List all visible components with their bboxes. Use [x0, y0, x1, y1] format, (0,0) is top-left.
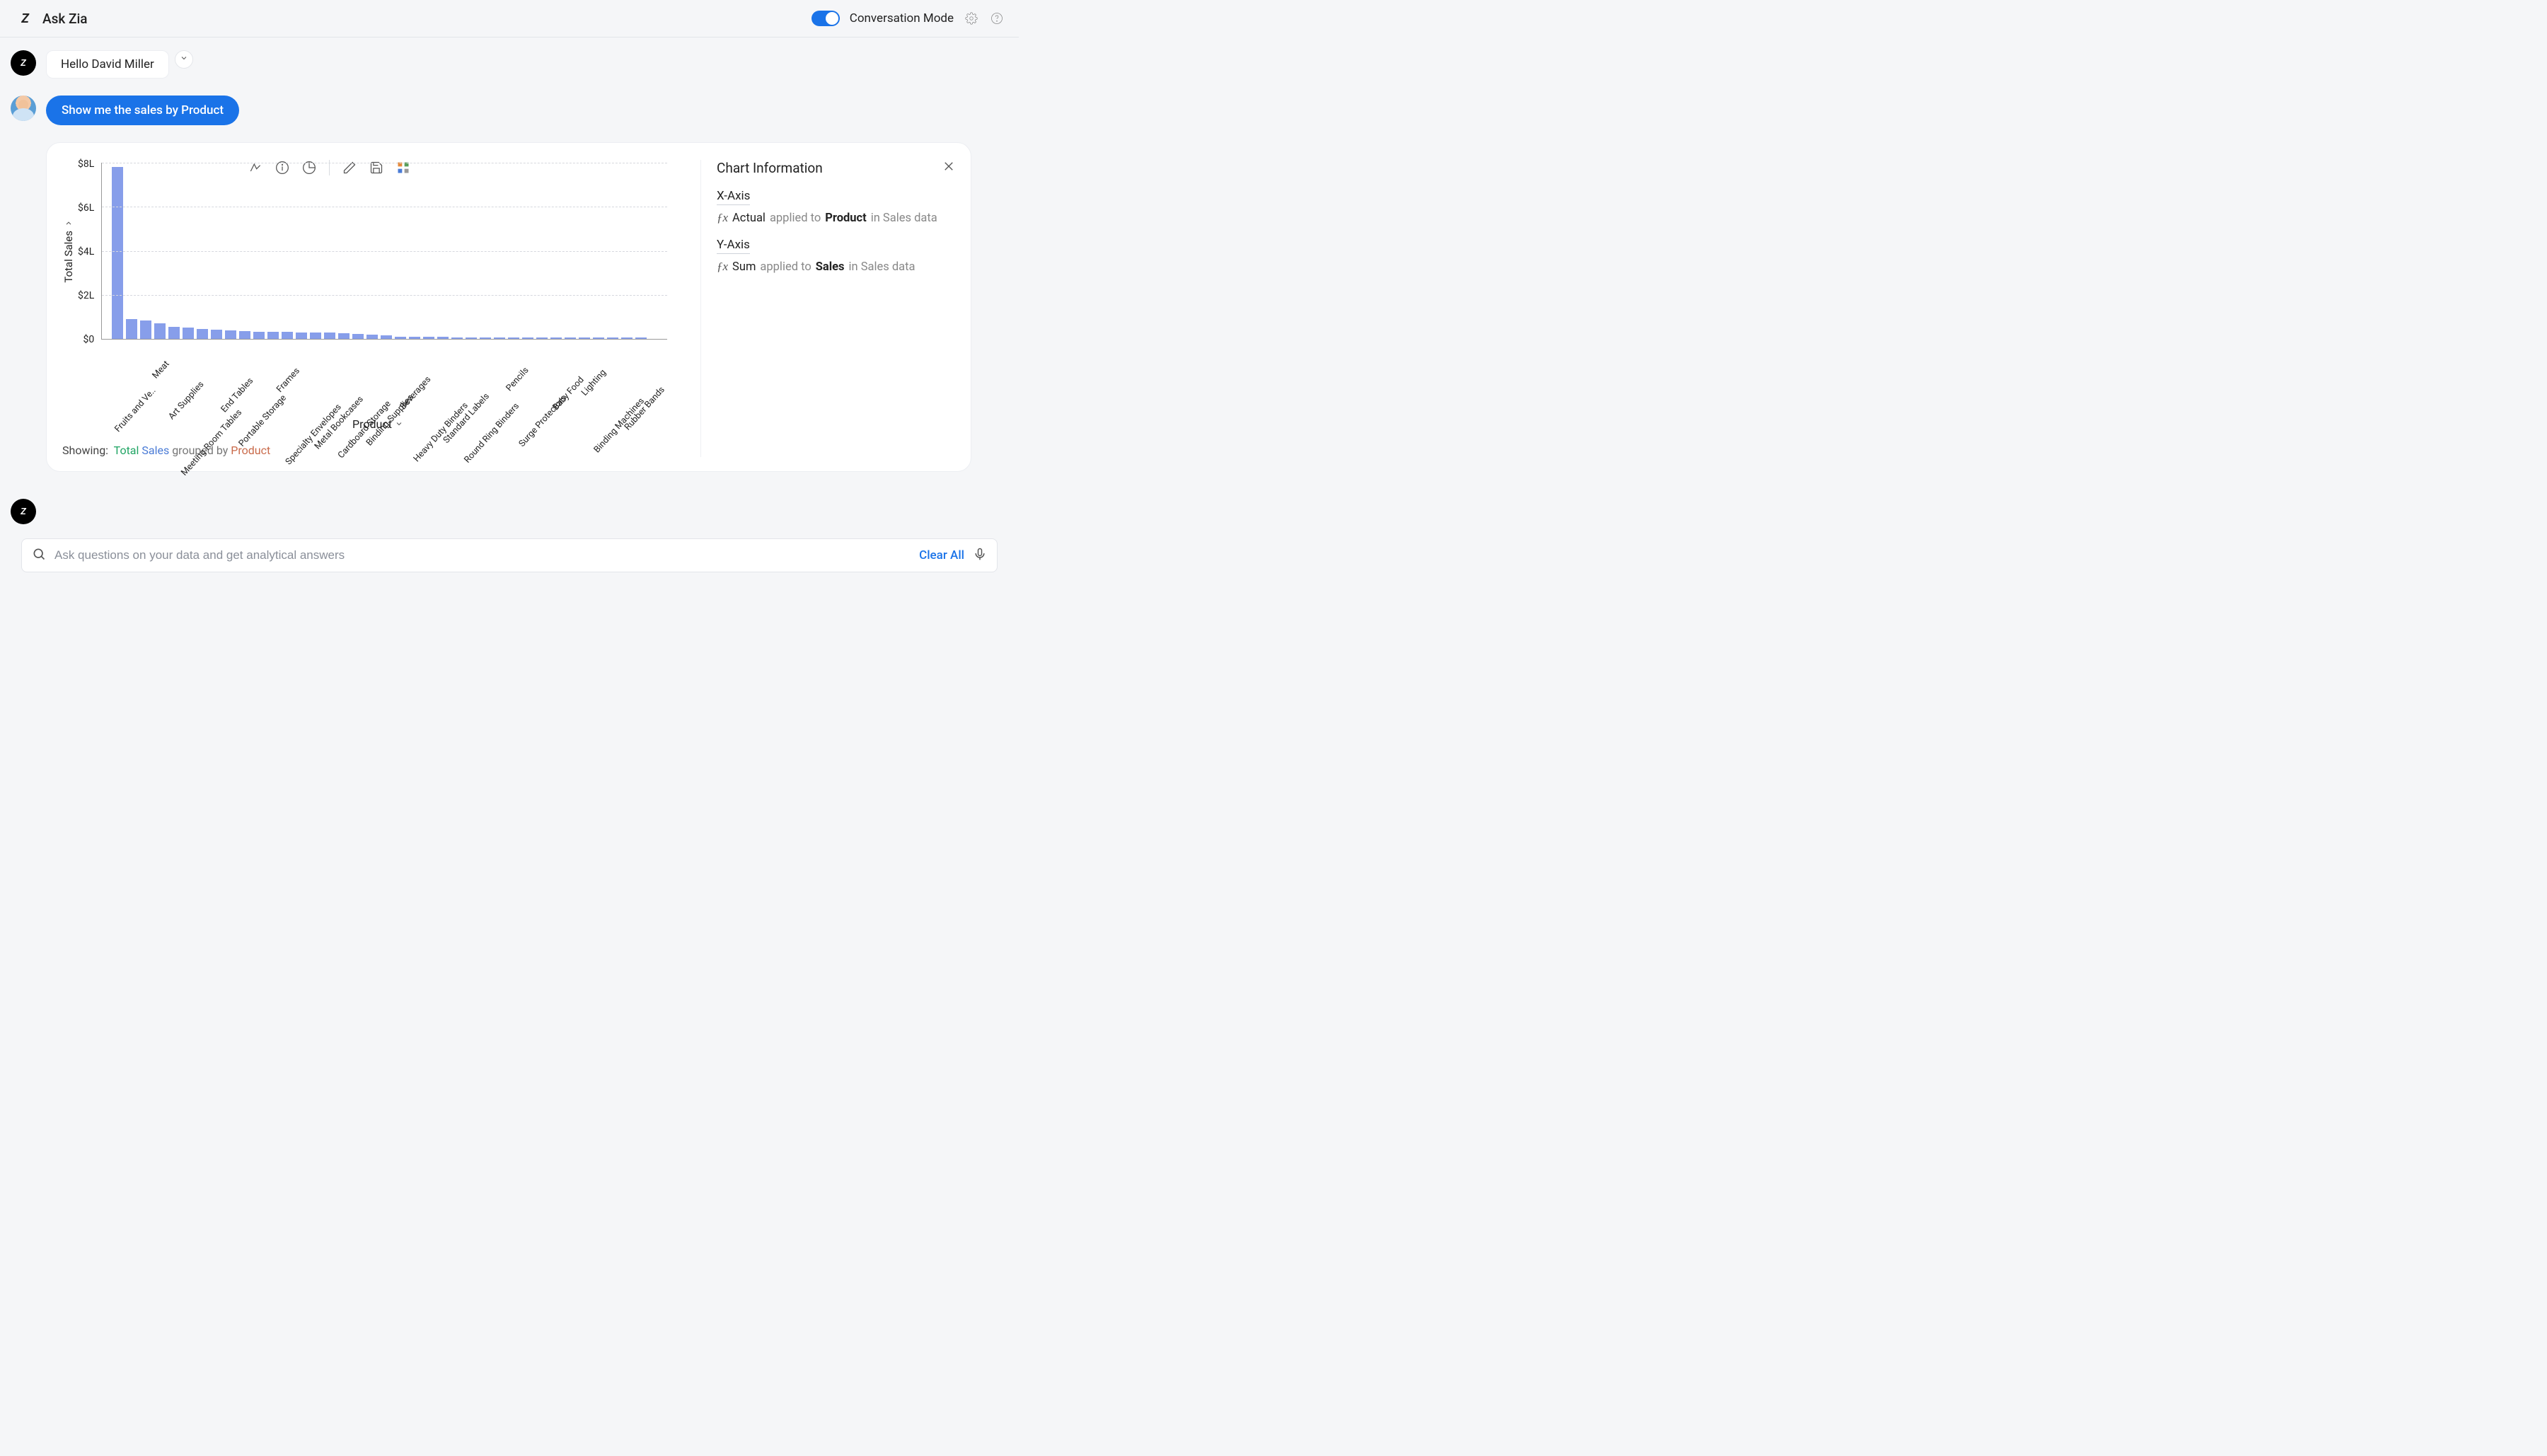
- chart-card: Total Sales $8L$6L$4L$2L$0 Fruits and Ve…: [46, 142, 971, 472]
- chart-bar[interactable]: [112, 167, 123, 339]
- chart-bar[interactable]: [607, 337, 618, 339]
- x-axis-ticks: Fruits and Ve..MeatArt SuppliesMeeting R…: [125, 340, 691, 417]
- bot-greeting-row: Z Hello David Miller: [11, 50, 1008, 79]
- chart-bar[interactable]: [310, 333, 321, 339]
- clear-all-button[interactable]: Clear All: [919, 548, 964, 562]
- chart-bar[interactable]: [395, 337, 406, 339]
- conversation-mode-toggle[interactable]: [812, 11, 840, 26]
- app-header: Z Ask Zia Conversation Mode: [0, 0, 1019, 37]
- zia-avatar-icon: Z: [11, 50, 36, 76]
- chart-bar[interactable]: [225, 330, 236, 339]
- x-tick-label: Beverages: [398, 374, 433, 412]
- chevron-down-icon: [62, 219, 75, 228]
- y-axis-description: ƒx Sum applied to Sales in Sales data: [717, 260, 955, 274]
- chart-bar[interactable]: [423, 337, 434, 339]
- y-axis-heading: Y-Axis: [717, 238, 750, 254]
- chart-bar[interactable]: [338, 333, 350, 339]
- chart-bar[interactable]: [466, 337, 477, 339]
- chart-bar[interactable]: [409, 337, 420, 339]
- chart-info-panel: Chart Information X-Axis ƒx Actual appli…: [700, 160, 955, 457]
- settings-icon[interactable]: [964, 11, 979, 26]
- chart-area: Total Sales $8L$6L$4L$2L$0: [62, 163, 693, 340]
- chart-bar[interactable]: [579, 337, 590, 339]
- chart-bar[interactable]: [437, 337, 449, 339]
- chart-bar[interactable]: [621, 337, 633, 339]
- chart-bar[interactable]: [451, 337, 463, 339]
- chart-bar[interactable]: [197, 329, 208, 339]
- chart-bar[interactable]: [565, 337, 576, 339]
- zia-followup-avatar: Z: [11, 499, 36, 524]
- chart-bar[interactable]: [140, 320, 151, 339]
- x-tick-label: Art Supplies: [166, 379, 206, 422]
- chart-bar[interactable]: [168, 327, 180, 339]
- expand-greeting-button[interactable]: [175, 50, 193, 69]
- response-row: Total Sales $8L$6L$4L$2L$0 Fruits and Ve…: [11, 142, 1008, 472]
- fx-icon: ƒx: [717, 211, 728, 225]
- chart-bar[interactable]: [126, 319, 137, 339]
- x-axis-description: ƒx Actual applied to Product in Sales da…: [717, 211, 955, 225]
- search-icon: [32, 547, 46, 564]
- user-query-bubble: Show me the sales by Product: [46, 96, 239, 125]
- chart-bar[interactable]: [381, 335, 392, 339]
- query-input-bar: Clear All: [21, 538, 998, 572]
- app-title: Ask Zia: [42, 11, 88, 27]
- microphone-icon[interactable]: [973, 547, 987, 564]
- fx-icon: ƒx: [717, 260, 728, 274]
- chevron-down-icon: [180, 54, 188, 65]
- x-axis-heading: X-Axis: [717, 189, 750, 205]
- chart-bar[interactable]: [366, 335, 378, 339]
- conversation-area: Z Hello David Miller Show me the sales b…: [0, 37, 1019, 472]
- chart-bar[interactable]: [522, 337, 533, 339]
- chart-bar[interactable]: [211, 330, 222, 339]
- chart-plot: [101, 163, 667, 340]
- chart-bar[interactable]: [550, 337, 562, 339]
- zia-logo-icon: Z: [14, 11, 35, 25]
- chart-bar[interactable]: [296, 333, 307, 339]
- chart-bar[interactable]: [183, 328, 194, 339]
- chart-bar[interactable]: [508, 337, 519, 339]
- chart-bar[interactable]: [267, 332, 279, 339]
- user-avatar-icon: [11, 96, 36, 121]
- x-tick-label: Meat: [150, 359, 171, 381]
- chart-bar[interactable]: [593, 337, 604, 339]
- user-query-row: Show me the sales by Product: [11, 96, 1008, 125]
- chart-bar[interactable]: [635, 337, 647, 339]
- chart-bar[interactable]: [494, 337, 505, 339]
- zia-avatar-icon: Z: [11, 499, 36, 524]
- query-input[interactable]: [54, 548, 919, 562]
- help-icon[interactable]: [989, 11, 1005, 26]
- chart-bar[interactable]: [239, 331, 250, 339]
- close-icon[interactable]: [942, 160, 955, 176]
- chart-bar[interactable]: [253, 332, 265, 339]
- chart-bar[interactable]: [480, 337, 491, 339]
- conversation-mode-label: Conversation Mode: [850, 11, 954, 25]
- bot-greeting-bubble: Hello David Miller: [46, 50, 169, 79]
- chart-bar[interactable]: [536, 337, 548, 339]
- info-panel-title: Chart Information: [717, 160, 823, 176]
- x-tick-label: Baby Food: [550, 375, 586, 413]
- x-tick-label: Frames: [275, 366, 302, 395]
- chart-bar[interactable]: [154, 323, 166, 339]
- chart-bar[interactable]: [324, 333, 335, 339]
- chart-bar[interactable]: [282, 332, 293, 339]
- y-axis-ticks: $8L$6L$4L$2L$0: [78, 163, 94, 340]
- x-tick-label: Pencils: [504, 365, 531, 393]
- chart-bar[interactable]: [352, 334, 364, 339]
- y-axis-label[interactable]: Total Sales: [62, 219, 75, 283]
